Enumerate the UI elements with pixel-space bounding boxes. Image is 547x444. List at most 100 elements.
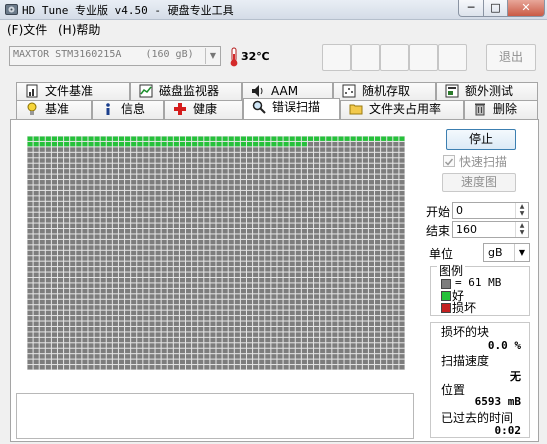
- tab-health[interactable]: 健康: [164, 100, 243, 119]
- unit-select[interactable]: gB ▼: [483, 243, 530, 262]
- scan-block-unscanned: [210, 348, 216, 354]
- scan-block-unscanned: [246, 267, 253, 272]
- scan-block-unscanned: [76, 288, 82, 294]
- scan-block-unscanned: [143, 152, 149, 158]
- scan-block-unscanned: [125, 305, 131, 310]
- scan-block-unscanned: [283, 294, 289, 299]
- scan-block-unscanned: [118, 332, 125, 337]
- spin-arrows-icon[interactable]: ▲ ▼: [515, 203, 528, 218]
- scan-block-unscanned: [161, 256, 167, 261]
- toolbar-button-4[interactable]: [409, 44, 438, 71]
- scan-block-unscanned: [161, 299, 167, 305]
- scan-block-unscanned: [362, 163, 368, 169]
- tab-random-access[interactable]: 随机存取: [333, 82, 436, 101]
- scan-block-unscanned: [106, 163, 112, 169]
- scan-block-unscanned: [112, 337, 118, 343]
- scan-block-unscanned: [381, 163, 387, 169]
- scan-block-good: [186, 141, 192, 147]
- scan-block-unscanned: [118, 174, 125, 180]
- close-button[interactable]: ✕: [507, 0, 545, 17]
- scan-block-unscanned: [246, 201, 253, 207]
- menu-help[interactable]: (H)帮助: [58, 21, 100, 38]
- menu-file[interactable]: (F)文件: [7, 21, 47, 38]
- tab-file-benchmark[interactable]: 文件基准: [16, 82, 130, 101]
- scan-block-unscanned: [320, 212, 326, 218]
- scan-block-unscanned: [118, 256, 125, 261]
- tab-error-scan[interactable]: 错误扫描: [243, 98, 340, 119]
- end-spinbox[interactable]: 160 ▲ ▼: [452, 221, 529, 238]
- scan-block-unscanned: [301, 310, 307, 316]
- scan-block-unscanned: [112, 359, 118, 365]
- scan-block-unscanned: [210, 163, 216, 169]
- scan-block-unscanned: [216, 316, 222, 321]
- speed-map-button[interactable]: 速度图: [442, 173, 516, 192]
- tab-benchmark[interactable]: 基准: [16, 100, 92, 119]
- minimize-button[interactable]: ─: [458, 0, 484, 17]
- chevron-down-icon[interactable]: ▼: [514, 244, 529, 261]
- scan-block-unscanned: [387, 196, 393, 201]
- maximize-button[interactable]: □: [483, 0, 508, 17]
- scan-block-unscanned: [57, 359, 64, 365]
- scan-block-unscanned: [234, 180, 240, 185]
- scan-block-good: [106, 136, 112, 141]
- scan-block-unscanned: [240, 316, 246, 321]
- tab-folder-usage[interactable]: 文件夹占用率: [340, 100, 464, 119]
- toolbar-button-1[interactable]: [322, 44, 351, 71]
- spin-arrows-icon[interactable]: ▲ ▼: [515, 222, 528, 237]
- scan-block-unscanned: [368, 218, 375, 223]
- scan-block-unscanned: [179, 169, 186, 174]
- scan-block-unscanned: [118, 158, 125, 163]
- toolbar-button-5[interactable]: [438, 44, 467, 71]
- scan-block-unscanned: [259, 337, 265, 343]
- scan-block-unscanned: [295, 180, 301, 185]
- scan-block-unscanned: [216, 294, 222, 299]
- scan-block-unscanned: [118, 207, 125, 212]
- scan-block-unscanned: [125, 229, 131, 234]
- scan-block-unscanned: [393, 316, 399, 321]
- scan-block-good: [70, 136, 76, 141]
- scan-block-unscanned: [179, 299, 186, 305]
- scan-block-unscanned: [283, 288, 289, 294]
- stop-button[interactable]: 停止: [446, 129, 516, 150]
- scan-block-unscanned: [326, 212, 332, 218]
- start-spinbox[interactable]: 0 ▲ ▼: [452, 202, 529, 219]
- scan-block-unscanned: [82, 321, 88, 326]
- scan-block-unscanned: [381, 201, 387, 207]
- scan-block-unscanned: [94, 337, 100, 343]
- scan-block-unscanned: [240, 310, 246, 316]
- toolbar-button-2[interactable]: [351, 44, 380, 71]
- scan-block-unscanned: [173, 299, 179, 305]
- scan-block-unscanned: [228, 207, 234, 212]
- scan-block-unscanned: [118, 201, 125, 207]
- scan-block-unscanned: [33, 212, 39, 218]
- scan-block-unscanned: [332, 250, 338, 256]
- scan-block-unscanned: [70, 294, 76, 299]
- scan-block-unscanned: [88, 245, 94, 250]
- scan-block-unscanned: [64, 158, 70, 163]
- scan-block-unscanned: [64, 218, 70, 223]
- scan-block-unscanned: [387, 212, 393, 218]
- scan-block-unscanned: [161, 180, 167, 185]
- scan-block-unscanned: [118, 283, 125, 288]
- scan-block-unscanned: [94, 234, 100, 239]
- tab-disk-monitor[interactable]: 磁盘监视器: [130, 82, 242, 101]
- scan-block-unscanned: [332, 316, 338, 321]
- scan-block-unscanned: [33, 294, 39, 299]
- scan-block-unscanned: [295, 185, 301, 190]
- tab-info[interactable]: 信息: [92, 100, 164, 119]
- scan-block-unscanned: [167, 239, 173, 245]
- scan-block-unscanned: [112, 365, 118, 370]
- scan-block-unscanned: [118, 169, 125, 174]
- scan-block-unscanned: [33, 365, 39, 370]
- scan-block-unscanned: [289, 343, 295, 348]
- scan-block-unscanned: [295, 310, 301, 316]
- tab-delete[interactable]: 删除: [464, 100, 538, 119]
- quick-scan-checkbox[interactable]: [443, 155, 455, 167]
- scan-block-unscanned: [186, 158, 192, 163]
- scan-block-unscanned: [277, 158, 283, 163]
- chevron-down-icon[interactable]: ▼: [205, 48, 220, 64]
- exit-button[interactable]: 退出: [486, 44, 536, 71]
- tab-extra-tests[interactable]: 额外测试: [436, 82, 538, 101]
- scan-block-unscanned: [326, 190, 332, 196]
- toolbar-button-3[interactable]: [380, 44, 409, 71]
